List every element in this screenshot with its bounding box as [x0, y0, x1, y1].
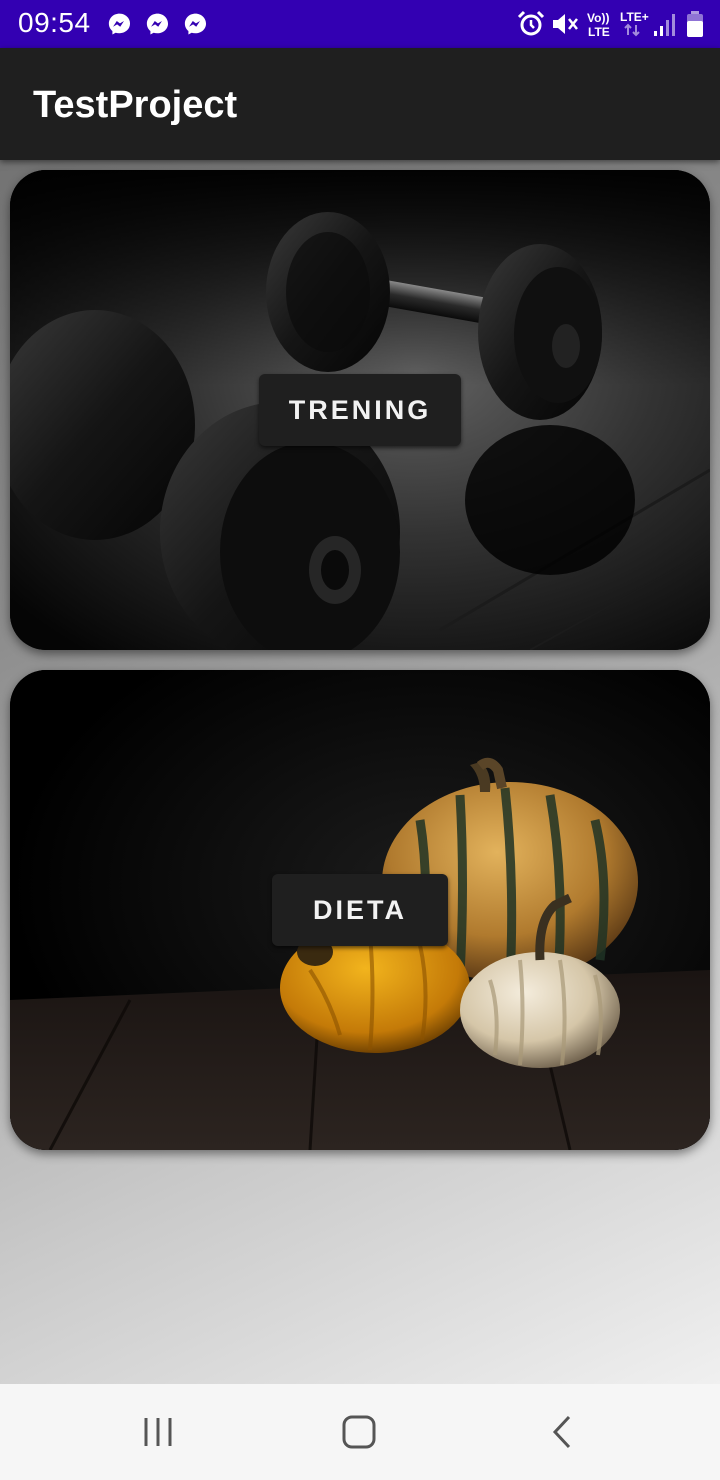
recent-apps-icon[interactable] — [128, 1412, 188, 1452]
training-card[interactable]: TRENING — [10, 170, 710, 650]
navigation-bar — [0, 1384, 720, 1480]
battery-icon — [687, 11, 703, 37]
training-button[interactable]: TRENING — [259, 374, 461, 446]
back-icon[interactable] — [531, 1412, 591, 1452]
volte-label-top: Vo)) — [587, 11, 609, 25]
volte-icon: Vo)) LTE — [587, 11, 610, 39]
app-bar: TestProject — [0, 48, 720, 160]
home-icon[interactable] — [329, 1412, 389, 1452]
alarm-icon — [517, 10, 545, 36]
status-bar: 09:54 Vo)) LTE LTE+ — [0, 0, 720, 48]
messenger-icon — [146, 13, 169, 35]
page-title: TestProject — [33, 84, 238, 126]
messenger-icon — [184, 13, 207, 35]
diet-card[interactable]: DIETA — [10, 670, 710, 1150]
volte-label-bottom: LTE — [588, 25, 610, 39]
network-label: LTE+ — [620, 10, 649, 24]
messenger-icon — [108, 13, 131, 35]
signal-icon — [654, 14, 675, 36]
mute-icon — [553, 14, 578, 34]
diet-button[interactable]: DIETA — [272, 874, 448, 946]
lte-plus-icon: LTE+ — [620, 10, 649, 37]
status-time: 09:54 — [18, 7, 91, 38]
